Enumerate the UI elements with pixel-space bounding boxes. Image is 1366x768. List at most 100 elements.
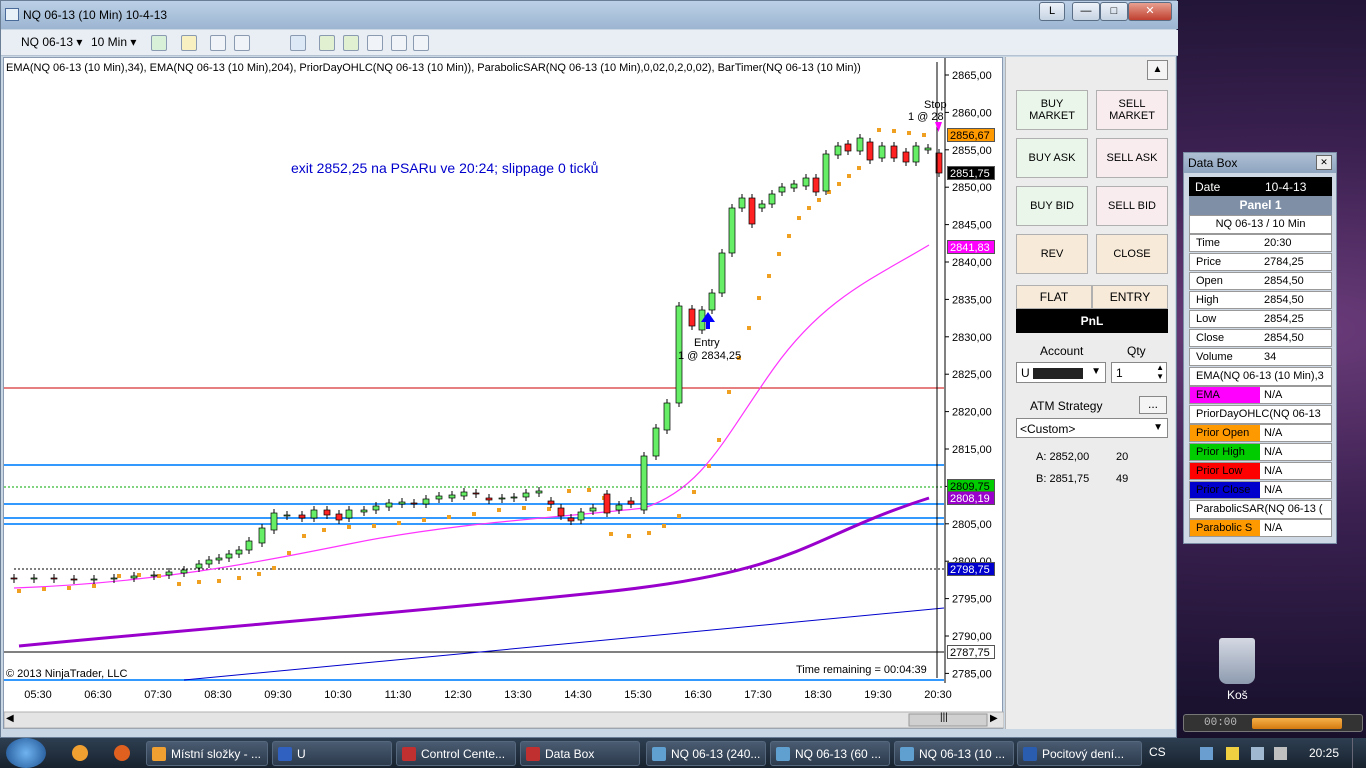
scroll-left-icon[interactable]: ◀ xyxy=(6,713,14,724)
window-titlebar[interactable]: NQ 06-13 (10 Min) 10-4-13 L — □ ✕ xyxy=(1,1,1178,29)
price-tick-label: 2855,00 xyxy=(952,145,992,157)
taskbar-button[interactable]: Pocitový dení... xyxy=(1017,741,1142,766)
strategies-icon[interactable] xyxy=(343,35,359,51)
properties-icon[interactable] xyxy=(413,35,429,51)
buy-market-button[interactable]: BUY MARKET xyxy=(1016,90,1088,130)
candle-body xyxy=(335,513,343,521)
buy-bid-button[interactable]: BUY BID xyxy=(1016,186,1088,226)
psar-dot xyxy=(817,198,821,202)
reverse-button[interactable]: REV xyxy=(1016,234,1088,274)
sell-ask-button[interactable]: SELL ASK xyxy=(1096,138,1168,178)
chart-trader-icon[interactable] xyxy=(367,35,383,51)
indicators-label: EMA(NQ 06-13 (10 Min),34), EMA(NQ 06-13 … xyxy=(6,62,861,74)
account-select[interactable]: U ▼ xyxy=(1016,362,1106,383)
taskbar-button-label: NQ 06-13 (10 ... xyxy=(919,747,1006,761)
minimize-button[interactable]: — xyxy=(1072,2,1100,21)
show-desktop-button[interactable] xyxy=(1352,738,1366,768)
psar-dot xyxy=(217,579,221,583)
drawing-tools-icon[interactable] xyxy=(234,35,250,51)
db-row-label: High xyxy=(1196,294,1219,306)
quicklaunch-firefox-icon[interactable] xyxy=(114,745,130,761)
maximize-button[interactable]: □ xyxy=(1100,2,1128,21)
candle-body xyxy=(195,563,203,569)
instrument-label: NQ 06-13 xyxy=(21,35,74,49)
psar-dot xyxy=(662,524,666,528)
db-row-label: Price xyxy=(1196,256,1222,268)
psar-dot xyxy=(892,129,896,133)
close-button[interactable]: ✕ xyxy=(1128,2,1172,21)
atm-more-button[interactable]: ... xyxy=(1139,396,1167,414)
bar-type-icon[interactable] xyxy=(151,35,167,51)
gadget-time: 00:00 xyxy=(1204,717,1238,729)
time-axis: 05:30 06:30 07:30 08:30 09:30 10:30 11:30 12:30… xyxy=(24,689,952,701)
interval-selector[interactable]: 10 Min ▾ xyxy=(91,35,136,49)
start-button[interactable] xyxy=(6,738,46,768)
psar-dot xyxy=(422,518,426,522)
crosshair-icon[interactable] xyxy=(263,35,279,51)
scroll-right-icon[interactable]: ▶ xyxy=(990,713,998,724)
taskbar-button[interactable]: Data Box xyxy=(520,741,640,766)
candle-body xyxy=(205,559,213,565)
atm-strategy-select[interactable]: <Custom> ▼ xyxy=(1016,418,1168,438)
close-position-button[interactable]: CLOSE xyxy=(1096,234,1168,274)
psar-dot xyxy=(472,512,476,516)
buy-ask-button[interactable]: BUY ASK xyxy=(1016,138,1088,178)
chart-scrollbar[interactable] xyxy=(4,711,1004,729)
pencil-icon[interactable] xyxy=(181,35,197,51)
flat-button[interactable]: FLAT xyxy=(1016,285,1092,309)
time-tick-label: 05:30 xyxy=(24,689,52,701)
candle-body xyxy=(422,498,430,505)
data-box-titlebar[interactable]: Data Box ✕ xyxy=(1184,153,1336,173)
candle-body xyxy=(589,507,597,512)
scrollbar-thumb[interactable] xyxy=(908,713,988,727)
sell-market-button[interactable]: SELL MARKET xyxy=(1096,90,1168,130)
db-row-value: 20:30 xyxy=(1264,237,1292,249)
candle-body xyxy=(498,497,506,500)
quicklaunch-avast-icon[interactable] xyxy=(72,745,88,761)
entry-button[interactable]: ENTRY xyxy=(1092,285,1168,309)
desktop-gadget[interactable]: 00:00 xyxy=(1183,714,1363,732)
candle-body xyxy=(615,504,623,511)
db-row-label: Time xyxy=(1196,237,1221,249)
tray-icon-flag[interactable] xyxy=(1226,747,1239,760)
tray-icon-display[interactable] xyxy=(1251,747,1264,760)
entry-label: Entry xyxy=(694,337,720,349)
candle-body xyxy=(410,502,418,505)
app-icon xyxy=(776,747,790,761)
bid-price: B: 2851,75 xyxy=(1036,473,1090,485)
language-indicator[interactable]: CS xyxy=(1149,745,1166,759)
qty-stepper[interactable]: 1 ▲ ▼ xyxy=(1111,362,1167,383)
snapshot-icon[interactable] xyxy=(391,35,407,51)
chart-annotation: exit 2852,25 na PSARu ve 20:24; slippage… xyxy=(291,160,599,176)
taskbar-button[interactable]: U xyxy=(272,741,392,766)
candle-body xyxy=(258,527,266,544)
magnet-icon[interactable] xyxy=(210,35,226,51)
chart-canvas[interactable]: 2865,00 2860,00 2855,00 2850,00 2845,00 2840,… xyxy=(4,58,1004,730)
close-icon[interactable]: ✕ xyxy=(1316,155,1332,170)
taskbar-button[interactable]: NQ 06-13 (10 ... xyxy=(894,741,1014,766)
recycle-bin-icon[interactable] xyxy=(1219,638,1255,684)
tray-icon-volume[interactable] xyxy=(1274,747,1287,760)
taskbar-button[interactable]: NQ 06-13 (240... xyxy=(646,741,766,766)
taskbar-button[interactable]: Control Cente... xyxy=(396,741,516,766)
time-tick-label: 07:30 xyxy=(144,689,172,701)
price-chart[interactable]: 2865,00 2860,00 2855,00 2850,00 2845,00 2840,… xyxy=(3,57,1004,730)
sell-bid-button[interactable]: SELL BID xyxy=(1096,186,1168,226)
candle-body xyxy=(640,455,648,511)
collapse-button[interactable]: ▲ xyxy=(1147,60,1168,80)
psar-dot xyxy=(302,534,306,538)
taskbar-button[interactable]: NQ 06-13 (60 ... xyxy=(770,741,890,766)
psar-dot xyxy=(272,566,276,570)
layout-button[interactable]: L xyxy=(1039,2,1065,21)
taskbar-button[interactable]: Místní složky - ... xyxy=(146,741,268,766)
psar-dot xyxy=(717,438,721,442)
price-tick-label: 2830,00 xyxy=(952,332,992,344)
candle-body xyxy=(215,557,223,561)
tray-icon-network[interactable] xyxy=(1200,747,1213,760)
zoom-icon[interactable] xyxy=(290,35,306,51)
candle-body xyxy=(485,497,493,501)
clock[interactable]: 20:25 xyxy=(1309,746,1339,760)
db-row-value: 2854,50 xyxy=(1264,332,1304,344)
indicators-icon[interactable] xyxy=(319,35,335,51)
instrument-selector[interactable]: NQ 06-13 ▾ xyxy=(21,35,82,49)
